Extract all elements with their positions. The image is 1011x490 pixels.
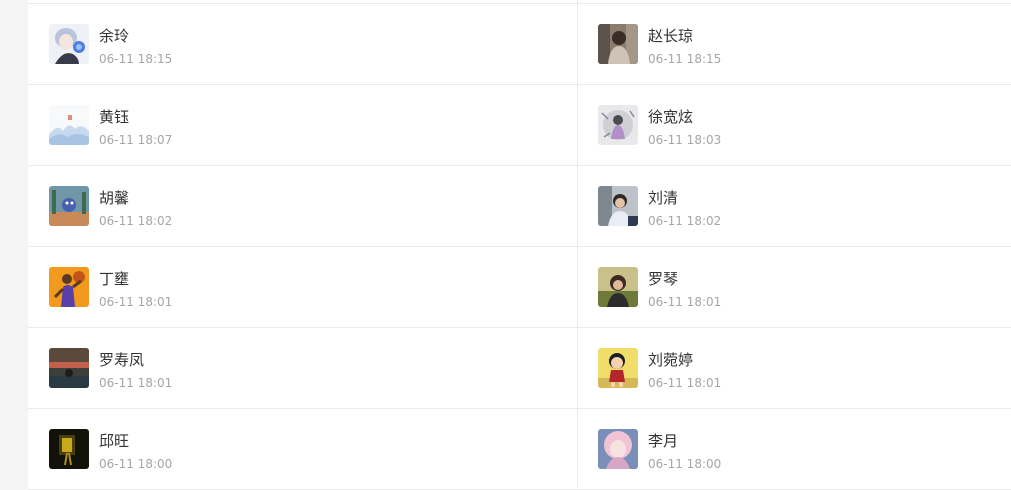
photo-girl-avatar-icon[interactable] — [598, 24, 638, 64]
contact-item[interactable]: 余玲 06-11 18:15 — [49, 4, 549, 85]
contact-time: 06-11 18:15 — [648, 52, 722, 66]
contact-time: 06-11 18:03 — [648, 133, 722, 147]
contact-item[interactable]: 邱旺 06-11 18:00 — [49, 409, 549, 490]
sunset-scene-avatar-icon[interactable] — [49, 348, 89, 388]
contact-time: 06-11 18:01 — [648, 376, 722, 390]
contact-item[interactable]: 胡馨 06-11 18:02 — [49, 166, 549, 247]
contact-time: 06-11 18:02 — [648, 214, 722, 228]
contact-item[interactable]: 罗寿凤 06-11 18:01 — [49, 328, 549, 409]
contact-name: 徐宽炫 — [648, 108, 694, 126]
contact-name: 胡馨 — [99, 189, 130, 207]
ink-figure-avatar-icon[interactable] — [598, 105, 638, 145]
contact-name: 邱旺 — [99, 432, 130, 450]
anime-girl-avatar-icon[interactable] — [49, 24, 89, 64]
cartoon-kid-avatar-icon[interactable] — [598, 348, 638, 388]
photo-woman-avatar-icon[interactable] — [598, 267, 638, 307]
contact-time: 06-11 18:02 — [99, 214, 173, 228]
dark-room-avatar-icon[interactable] — [49, 429, 89, 469]
contact-name: 罗琴 — [648, 270, 679, 288]
contact-item[interactable]: 李月 06-11 18:00 — [598, 409, 1011, 490]
contact-item[interactable]: 罗琴 06-11 18:01 — [598, 247, 1011, 328]
contact-item[interactable]: 刘清 06-11 18:02 — [598, 166, 1011, 247]
contact-time: 06-11 18:07 — [99, 133, 173, 147]
contact-name: 丁壅 — [99, 270, 130, 288]
contact-time: 06-11 18:00 — [99, 457, 173, 471]
contact-name: 黄钰 — [99, 108, 130, 126]
contact-name: 李月 — [648, 432, 679, 450]
contact-name: 罗寿凤 — [99, 351, 145, 369]
contact-time: 06-11 18:01 — [99, 295, 173, 309]
contact-item[interactable]: 黄钰 06-11 18:07 — [49, 85, 549, 166]
contact-time: 06-11 18:01 — [99, 376, 173, 390]
photo-boy-avatar-icon[interactable] — [598, 186, 638, 226]
basketball-player-avatar-icon[interactable] — [49, 267, 89, 307]
contact-time: 06-11 18:15 — [99, 52, 173, 66]
contact-name: 余玲 — [99, 27, 130, 45]
contact-name: 刘清 — [648, 189, 679, 207]
cartoon-scene-avatar-icon[interactable] — [49, 186, 89, 226]
contact-name: 刘菀婷 — [648, 351, 694, 369]
contact-time: 06-11 18:01 — [648, 295, 722, 309]
contact-item[interactable]: 赵长琼 06-11 18:15 — [598, 4, 1011, 85]
contact-item[interactable]: 刘菀婷 06-11 18:01 — [598, 328, 1011, 409]
contact-item[interactable]: 丁壅 06-11 18:01 — [49, 247, 549, 328]
contact-time: 06-11 18:00 — [648, 457, 722, 471]
contact-item[interactable]: 徐宽炫 06-11 18:03 — [598, 85, 1011, 166]
contact-name: 赵长琼 — [648, 27, 694, 45]
column-divider — [577, 0, 578, 490]
pink-hair-girl-avatar-icon[interactable] — [598, 429, 638, 469]
mountain-sketch-avatar-icon[interactable] — [49, 105, 89, 145]
